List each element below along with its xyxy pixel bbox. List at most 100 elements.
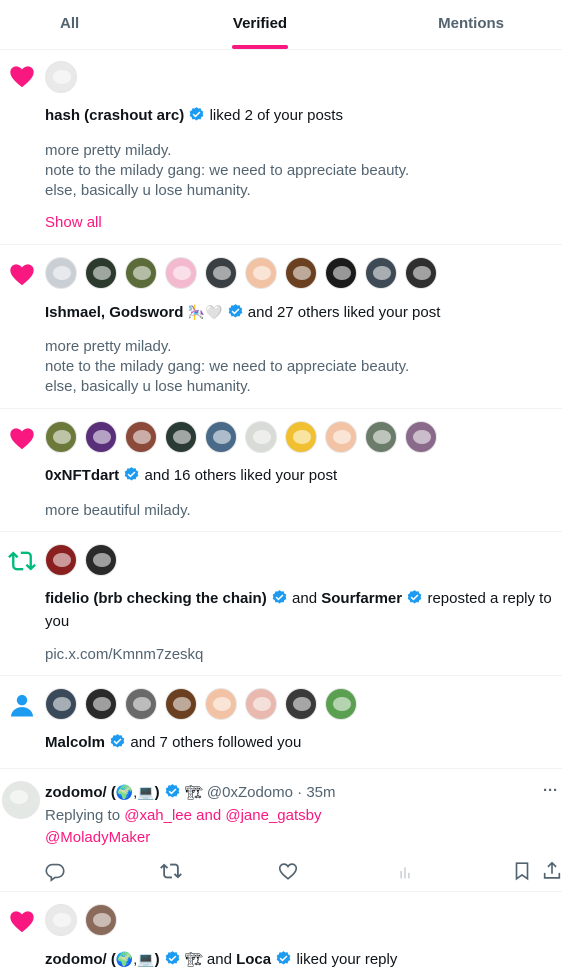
- verified-badge-icon: [276, 951, 291, 965]
- avatar[interactable]: [2, 781, 40, 819]
- tab-label: Verified: [232, 15, 288, 32]
- notification-text: 0xNFTdart and 16 others liked your post: [45, 466, 552, 486]
- avatar[interactable]: [245, 688, 277, 720]
- like-icon[interactable]: [277, 860, 299, 882]
- user-name[interactable]: Sourfarmer: [321, 590, 402, 607]
- heart-icon: [10, 264, 34, 286]
- avatar-row: [45, 904, 117, 936]
- person-icon: [10, 694, 34, 717]
- avatar[interactable]: [85, 257, 117, 289]
- user-name[interactable]: Ishmael, Godsword: [45, 304, 183, 321]
- avatar[interactable]: [85, 544, 117, 576]
- notification-item[interactable]: Malcolm and 7 others followed you: [0, 676, 562, 769]
- views-icon[interactable]: [394, 860, 416, 882]
- avatar[interactable]: [85, 421, 117, 453]
- avatar[interactable]: [205, 421, 237, 453]
- tab-verified[interactable]: Verified: [160, 0, 360, 49]
- author-name[interactable]: zodomo/ (: [45, 784, 116, 801]
- verified-badge-icon: [110, 734, 125, 748]
- avatar[interactable]: [405, 257, 437, 289]
- avatar[interactable]: [125, 257, 157, 289]
- avatar[interactable]: [45, 61, 77, 93]
- avatar[interactable]: [325, 421, 357, 453]
- active-tab-indicator: [232, 45, 288, 49]
- reply-post[interactable]: zodomo/ (🌍,💻) 🏗 @0xZodomo · 35m ··· Repl…: [0, 769, 562, 892]
- name-emoji: 🎠🤍: [187, 304, 223, 320]
- tab-all[interactable]: All: [0, 0, 160, 49]
- avatar-row: [45, 421, 437, 453]
- post-link[interactable]: pic.x.com/Kmnm7zeskq: [45, 645, 552, 665]
- avatar[interactable]: [125, 421, 157, 453]
- tab-label: All: [60, 15, 80, 32]
- notification-text: zodomo/ (🌍,💻) 🏗 and Loca liked your repl…: [45, 949, 552, 970]
- user-name[interactable]: Loca: [236, 951, 271, 968]
- avatar[interactable]: [285, 688, 317, 720]
- user-name[interactable]: fidelio (brb checking the chain): [45, 590, 267, 607]
- avatar[interactable]: [165, 257, 197, 289]
- repost-icon: [8, 551, 36, 571]
- notification-action: and 16 others liked your post: [144, 467, 338, 484]
- avatar[interactable]: [325, 257, 357, 289]
- avatar[interactable]: [365, 257, 397, 289]
- verified-badge-icon: [165, 784, 180, 798]
- reply-icon[interactable]: [44, 860, 66, 882]
- avatar[interactable]: [365, 421, 397, 453]
- bookmark-icon[interactable]: [511, 860, 533, 882]
- mention-link[interactable]: @MoladyMaker: [45, 828, 552, 848]
- avatar[interactable]: [125, 688, 157, 720]
- author-handle[interactable]: @0xZodomo: [207, 784, 293, 801]
- verified-badge-icon: [165, 951, 180, 965]
- post-preview-line: more beautiful milady.: [45, 502, 191, 519]
- notification-action: liked 2 of your posts: [209, 107, 343, 124]
- notification-item[interactable]: 0xNFTdart and 16 others liked your post …: [0, 409, 562, 532]
- notification-action: and 7 others followed you: [130, 734, 302, 751]
- post-header: zodomo/ (🌍,💻) 🏗 @0xZodomo · 35m: [45, 782, 522, 803]
- avatar[interactable]: [45, 904, 77, 936]
- author-name-close: ): [154, 784, 160, 801]
- conjunction: and: [206, 951, 232, 968]
- avatar[interactable]: [325, 688, 357, 720]
- notification-item[interactable]: Ishmael, Godsword 🎠🤍 and 27 others liked…: [0, 245, 562, 409]
- mention-link[interactable]: @jane_gatsby: [225, 807, 321, 824]
- avatar[interactable]: [405, 421, 437, 453]
- share-icon[interactable]: [541, 860, 562, 882]
- more-options-button[interactable]: ···: [543, 782, 558, 799]
- avatar[interactable]: [205, 688, 237, 720]
- avatar[interactable]: [165, 688, 197, 720]
- notification-item[interactable]: hash (crashout arc) liked 2 of your post…: [0, 51, 562, 245]
- notification-item[interactable]: zodomo/ (🌍,💻) 🏗 and Loca liked your repl…: [0, 892, 562, 974]
- heart-icon: [10, 66, 34, 88]
- heart-icon: [10, 428, 34, 450]
- avatar[interactable]: [165, 421, 197, 453]
- notification-item[interactable]: fidelio (brb checking the chain) and Sou…: [0, 532, 562, 676]
- show-all-link[interactable]: Show all: [45, 213, 552, 233]
- tab-label: Mentions: [438, 15, 504, 32]
- avatar[interactable]: [45, 421, 77, 453]
- name-emoji: 🌍,💻: [115, 784, 155, 800]
- post-preview-line: else, basically u lose humanity.: [45, 378, 251, 395]
- avatar[interactable]: [285, 257, 317, 289]
- user-name[interactable]: Malcolm: [45, 734, 105, 751]
- user-name[interactable]: hash (crashout arc): [45, 107, 184, 124]
- avatar[interactable]: [45, 544, 77, 576]
- verified-badge-icon: [407, 590, 422, 604]
- avatar[interactable]: [245, 421, 277, 453]
- user-name[interactable]: 0xNFTdart: [45, 467, 119, 484]
- mention-link[interactable]: @xah_lee: [124, 807, 192, 824]
- avatar[interactable]: [205, 257, 237, 289]
- user-name[interactable]: zodomo/ (: [45, 951, 116, 968]
- repost-icon[interactable]: [160, 860, 182, 882]
- notification-text: Malcolm and 7 others followed you: [45, 733, 552, 753]
- avatar[interactable]: [85, 688, 117, 720]
- avatar[interactable]: [45, 688, 77, 720]
- avatar-row: [45, 257, 437, 289]
- tab-mentions[interactable]: Mentions: [360, 0, 562, 49]
- avatar[interactable]: [245, 257, 277, 289]
- notification-text: fidelio (brb checking the chain) and Sou…: [45, 589, 552, 609]
- name-emoji: 🌍,💻: [115, 951, 155, 967]
- avatar[interactable]: [45, 257, 77, 289]
- post-preview-line: more pretty milady.: [45, 338, 172, 355]
- notification-tabs: All Verified Mentions: [0, 0, 562, 50]
- avatar[interactable]: [285, 421, 317, 453]
- avatar[interactable]: [85, 904, 117, 936]
